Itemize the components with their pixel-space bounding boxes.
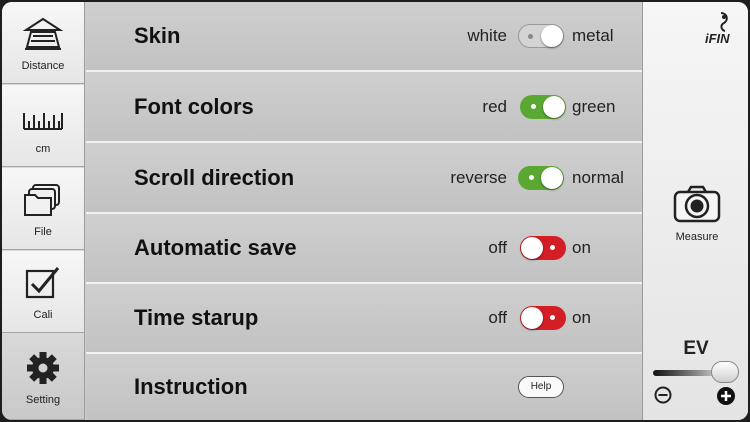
- setting-row-time-startup: Time starup off on: [86, 284, 642, 354]
- skin-toggle[interactable]: [518, 24, 564, 48]
- toggle-knob: [543, 95, 565, 118]
- app-logo: iFIN: [701, 10, 743, 46]
- ruler-icon: [21, 97, 65, 137]
- folder-icon: [21, 180, 65, 220]
- toggle-knob: [541, 166, 563, 189]
- sidebar-item-label: File: [34, 225, 52, 238]
- setting-title: Skin: [134, 23, 181, 48]
- right-panel: iFIN Measure EV: [642, 2, 748, 420]
- settings-list: Skin white metal Font colors red green S…: [86, 2, 642, 420]
- sidebar-item-label: Distance: [21, 59, 65, 72]
- scroll-normal-label: normal: [572, 167, 624, 187]
- auto-save-on-label: on: [572, 238, 591, 257]
- measure-label: Measure: [675, 231, 719, 243]
- distance-icon: [21, 14, 65, 54]
- sidebar-item-label: Cali: [33, 308, 53, 321]
- ev-label: EV: [683, 338, 709, 359]
- font-colors-red-label: red: [482, 96, 507, 116]
- app-window: Distance cm File Cali Setting Skin white…: [2, 2, 748, 420]
- sidebar-item-label: cm: [35, 142, 51, 155]
- toggle-dot: [529, 174, 534, 180]
- scroll-direction-toggle[interactable]: [518, 165, 564, 190]
- sidebar-item-setting[interactable]: Setting: [2, 334, 84, 420]
- setting-title: Time starup: [134, 305, 259, 330]
- toggle-knob: [521, 307, 543, 329]
- setting-title: Scroll direction: [134, 164, 295, 190]
- camera-icon: [667, 184, 727, 229]
- setting-row-instruction: Instruction Help: [86, 354, 642, 420]
- calibration-icon: [21, 263, 65, 303]
- sidebar-item-cm[interactable]: cm: [2, 85, 84, 167]
- gear-icon: [21, 348, 65, 388]
- setting-row-skin: Skin white metal: [86, 2, 642, 72]
- help-button[interactable]: Help: [518, 376, 564, 398]
- ev-slider-knob[interactable]: [711, 361, 739, 383]
- scroll-reverse-label: reverse: [450, 167, 507, 187]
- toggle-knob: [521, 237, 543, 259]
- sidebar-item-label: Setting: [25, 393, 61, 406]
- automatic-save-toggle[interactable]: [520, 236, 566, 260]
- time-startup-off-label: off: [488, 308, 507, 327]
- auto-save-off-label: off: [488, 238, 507, 257]
- plus-icon[interactable]: [716, 386, 736, 406]
- toggle-dot: [550, 315, 555, 320]
- sidebar: Distance cm File Cali Setting: [2, 2, 85, 420]
- setting-title: Automatic save: [134, 235, 297, 260]
- skin-metal-label: metal: [572, 26, 614, 45]
- toggle-dot: [531, 103, 536, 109]
- setting-row-scroll-direction: Scroll direction reverse normal: [86, 143, 642, 214]
- measure-button[interactable]: Measure: [667, 184, 727, 243]
- setting-row-font-colors: Font colors red green: [86, 72, 642, 143]
- toggle-dot: [528, 34, 533, 39]
- toggle-dot: [550, 245, 555, 250]
- logo-text: iFIN: [705, 31, 730, 46]
- setting-title: Instruction: [134, 374, 248, 399]
- minus-icon[interactable]: [654, 386, 672, 404]
- setting-row-automatic-save: Automatic save off on: [86, 214, 642, 284]
- skin-white-label: white: [467, 26, 507, 45]
- font-colors-green-label: green: [572, 96, 616, 116]
- font-colors-toggle[interactable]: [520, 94, 566, 119]
- sidebar-item-cali[interactable]: Cali: [2, 251, 84, 333]
- sidebar-item-file[interactable]: File: [2, 168, 84, 250]
- sidebar-item-distance[interactable]: Distance: [2, 2, 84, 84]
- time-startup-on-label: on: [572, 308, 591, 327]
- time-startup-toggle[interactable]: [520, 306, 566, 330]
- toggle-knob: [541, 25, 563, 47]
- setting-title: Font colors: [134, 93, 254, 119]
